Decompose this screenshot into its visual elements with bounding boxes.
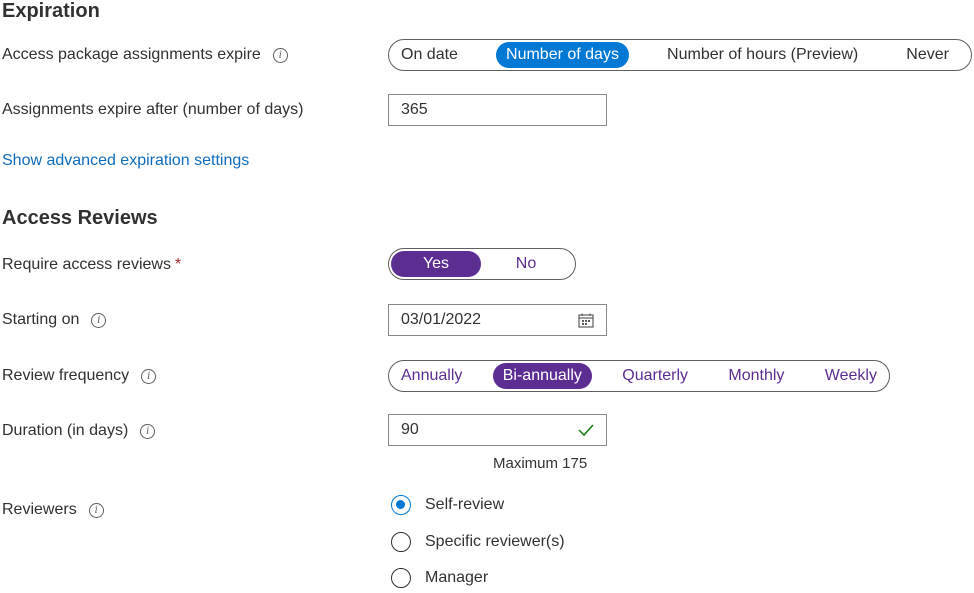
require-option-no[interactable]: No bbox=[481, 251, 571, 277]
expire-option-number-of-hours[interactable]: Number of hours (Preview) bbox=[657, 42, 868, 68]
checkmark-icon bbox=[578, 424, 594, 437]
reviewer-option-label: Manager bbox=[425, 569, 489, 586]
reviewers-label-row: Reviewers i bbox=[2, 501, 104, 519]
info-icon[interactable]: i bbox=[272, 47, 288, 63]
radio-button-checked[interactable] bbox=[391, 495, 411, 515]
expire-option-never[interactable]: Never bbox=[896, 42, 969, 68]
starting-date-input[interactable]: 03/01/2022 bbox=[388, 304, 607, 336]
starting-label: Starting on bbox=[2, 311, 80, 328]
require-label: Require access reviews bbox=[2, 256, 171, 273]
reviewer-option-label: Specific reviewer(s) bbox=[425, 533, 565, 550]
calendar-icon[interactable] bbox=[578, 313, 594, 328]
expire-option-on-date[interactable]: On date bbox=[391, 42, 468, 68]
frequency-toggle-group: Annually Bi-annually Quarterly Monthly W… bbox=[388, 360, 890, 392]
reviewer-option-manager[interactable]: Manager bbox=[391, 568, 488, 588]
expire-toggle-group: On date Number of days Number of hours (… bbox=[388, 39, 972, 71]
frequency-option-quarterly[interactable]: Quarterly bbox=[612, 363, 698, 389]
starting-date-value: 03/01/2022 bbox=[401, 311, 482, 328]
frequency-option-bi-annually[interactable]: Bi-annually bbox=[492, 363, 592, 389]
expire-option-number-of-days[interactable]: Number of days bbox=[496, 42, 629, 68]
days-input[interactable]: 365 bbox=[388, 94, 607, 126]
access-reviews-title: Access Reviews bbox=[2, 207, 158, 229]
duration-label: Duration (in days) bbox=[2, 422, 129, 439]
duration-hint: Maximum 175 bbox=[493, 455, 588, 472]
radio-button[interactable] bbox=[391, 568, 411, 588]
starting-label-row: Starting on i bbox=[2, 311, 107, 329]
days-value: 365 bbox=[401, 101, 428, 118]
duration-label-row: Duration (in days) i bbox=[2, 422, 156, 440]
require-option-yes[interactable]: Yes bbox=[391, 251, 481, 277]
reviewers-label: Reviewers bbox=[2, 501, 77, 518]
frequency-option-monthly[interactable]: Monthly bbox=[718, 363, 794, 389]
info-icon[interactable]: i bbox=[141, 368, 157, 384]
radio-button[interactable] bbox=[391, 532, 411, 552]
expiration-title: Expiration bbox=[2, 0, 100, 22]
frequency-option-annually[interactable]: Annually bbox=[391, 363, 472, 389]
info-icon[interactable]: i bbox=[140, 423, 156, 439]
require-toggle-group: Yes No bbox=[388, 248, 576, 280]
info-icon[interactable]: i bbox=[91, 312, 107, 328]
reviewer-option-label: Self-review bbox=[425, 496, 505, 513]
require-label-row: Require access reviews * bbox=[2, 256, 181, 274]
days-label: Assignments expire after (number of days… bbox=[2, 101, 304, 118]
advanced-expiration-link[interactable]: Show advanced expiration settings bbox=[2, 152, 249, 170]
frequency-label-row: Review frequency i bbox=[2, 367, 157, 385]
reviewer-option-self-review[interactable]: Self-review bbox=[391, 495, 504, 515]
info-icon[interactable]: i bbox=[88, 502, 104, 518]
duration-value: 90 bbox=[401, 421, 419, 438]
frequency-option-weekly[interactable]: Weekly bbox=[815, 363, 887, 389]
expire-label-row: Access package assignments expire i bbox=[2, 46, 288, 64]
frequency-label: Review frequency bbox=[2, 367, 130, 384]
expire-label: Access package assignments expire bbox=[2, 46, 261, 63]
duration-input[interactable]: 90 bbox=[388, 414, 607, 446]
required-marker: * bbox=[174, 256, 182, 273]
reviewer-option-specific[interactable]: Specific reviewer(s) bbox=[391, 532, 565, 552]
